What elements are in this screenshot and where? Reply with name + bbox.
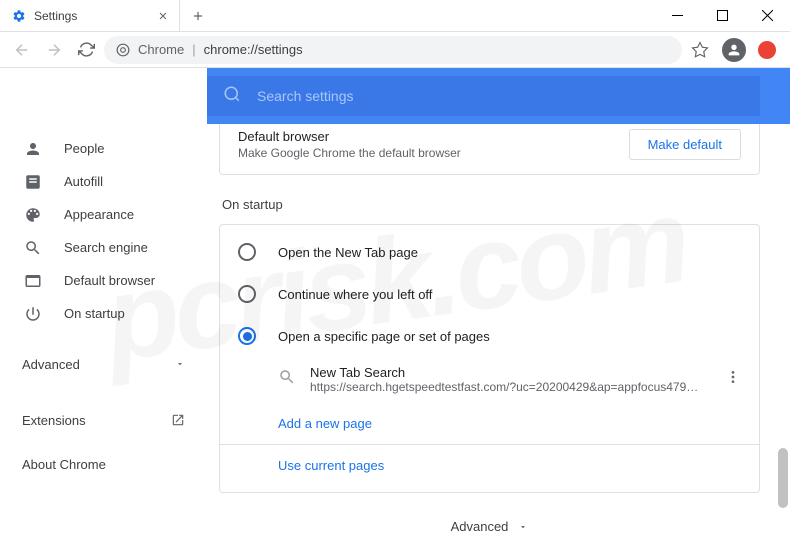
sidebar-item-label: Appearance [64, 207, 134, 222]
back-button[interactable] [8, 36, 36, 64]
chevron-down-icon [518, 522, 528, 532]
use-current-pages-link[interactable]: Use current pages [220, 444, 759, 486]
external-link-icon [171, 413, 185, 427]
omnibox-prefix: Chrome [138, 42, 184, 57]
omnibox-url: chrome://settings [204, 42, 303, 57]
sidebar-item-default-browser[interactable]: Default browser [0, 264, 207, 297]
footer-advanced-toggle[interactable]: Advanced [219, 519, 760, 534]
reload-button[interactable] [72, 36, 100, 64]
omnibox-separator: | [192, 42, 195, 57]
radio-label: Open the New Tab page [278, 245, 418, 260]
advanced-label: Advanced [22, 357, 80, 372]
radio-icon [238, 327, 256, 345]
sidebar-advanced-toggle[interactable]: Advanced [0, 344, 207, 384]
chrome-icon [116, 43, 130, 57]
default-browser-sub: Make Google Chrome the default browser [238, 146, 461, 160]
startup-section-title: On startup [219, 197, 760, 212]
address-bar: Chrome | chrome://settings [0, 32, 790, 68]
search-icon [223, 85, 241, 108]
window-close-button[interactable] [745, 0, 790, 32]
autofill-icon [24, 173, 44, 191]
default-browser-title: Default browser [238, 129, 461, 144]
maximize-button[interactable] [700, 0, 745, 32]
sidebar: People Autofill Appearance Search engine… [0, 68, 207, 559]
minimize-button[interactable] [655, 0, 700, 32]
add-new-page-link[interactable]: Add a new page [220, 402, 759, 444]
person-icon [24, 140, 44, 158]
radio-label: Continue where you left off [278, 287, 432, 302]
sidebar-item-appearance[interactable]: Appearance [0, 198, 207, 231]
sidebar-extensions-link[interactable]: Extensions [0, 402, 207, 438]
more-menu-button[interactable] [719, 369, 747, 390]
bookmark-star-button[interactable] [686, 36, 714, 64]
search-icon [24, 239, 44, 257]
forward-button[interactable] [40, 36, 68, 64]
window-controls [655, 0, 790, 32]
power-icon [24, 305, 44, 323]
make-default-button[interactable]: Make default [629, 129, 741, 160]
radio-specific-page[interactable]: Open a specific page or set of pages [220, 315, 759, 357]
extension-icon[interactable] [758, 41, 776, 59]
default-browser-card: Default browser Make Google Chrome the d… [219, 124, 760, 175]
new-tab-button[interactable] [184, 2, 212, 30]
advanced-label: Advanced [451, 519, 509, 534]
radio-continue[interactable]: Continue where you left off [220, 273, 759, 315]
sidebar-item-search-engine[interactable]: Search engine [0, 231, 207, 264]
sidebar-item-label: On startup [64, 306, 125, 321]
radio-open-new-tab[interactable]: Open the New Tab page [220, 231, 759, 273]
extensions-label: Extensions [22, 413, 86, 428]
gear-icon [12, 9, 26, 23]
sidebar-item-autofill[interactable]: Autofill [0, 165, 207, 198]
sidebar-item-label: People [64, 141, 104, 156]
chevron-down-icon [175, 359, 185, 369]
search-container[interactable] [207, 76, 760, 116]
search-input[interactable] [257, 88, 744, 104]
about-label: About Chrome [22, 457, 106, 472]
main-content: Default browser Make Google Chrome the d… [207, 68, 790, 559]
sidebar-about-link[interactable]: About Chrome [0, 446, 207, 482]
browser-icon [24, 272, 44, 290]
window-titlebar: Settings [0, 0, 790, 32]
sidebar-item-people[interactable]: People [0, 132, 207, 165]
profile-avatar[interactable] [722, 38, 746, 62]
sidebar-item-label: Default browser [64, 273, 155, 288]
palette-icon [24, 206, 44, 224]
startup-page-url: https://search.hgetspeedtestfast.com/?uc… [310, 380, 705, 394]
close-icon[interactable] [157, 9, 171, 23]
scrollbar-thumb[interactable] [778, 448, 788, 508]
startup-page-row: New Tab Search https://search.hgetspeedt… [220, 357, 759, 402]
sidebar-item-label: Autofill [64, 174, 103, 189]
radio-icon [238, 285, 256, 303]
tab-title: Settings [34, 9, 157, 23]
sidebar-item-label: Search engine [64, 240, 148, 255]
radio-label: Open a specific page or set of pages [278, 329, 490, 344]
browser-tab[interactable]: Settings [0, 0, 180, 31]
startup-card: Open the New Tab page Continue where you… [219, 224, 760, 493]
search-icon [278, 368, 296, 391]
omnibox[interactable]: Chrome | chrome://settings [104, 36, 682, 64]
radio-icon [238, 243, 256, 261]
sidebar-item-on-startup[interactable]: On startup [0, 297, 207, 330]
startup-page-title: New Tab Search [310, 365, 705, 380]
